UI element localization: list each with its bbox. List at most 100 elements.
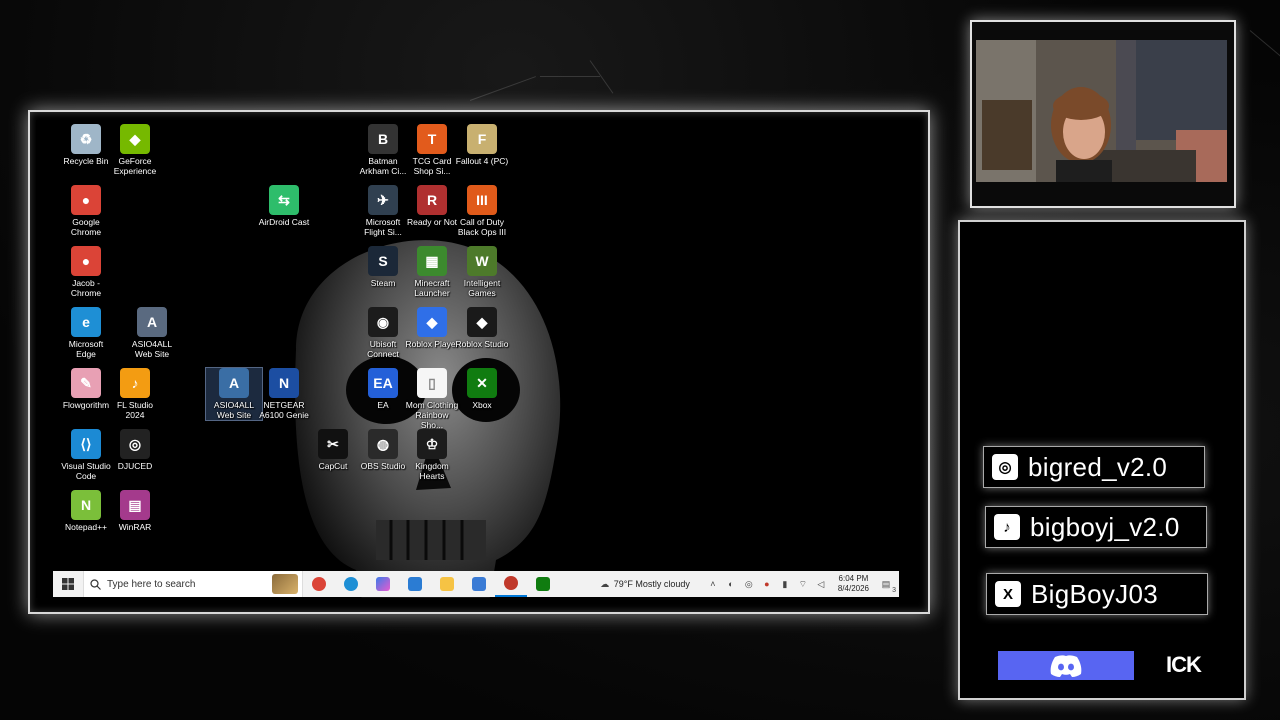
desktop-icon[interactable]: ⟨⟩ Visual Studio Code: [58, 429, 114, 481]
instagram-handle: ◎ bigred_v2.0: [983, 446, 1205, 488]
windows-icon: [62, 578, 74, 590]
desktop-icon-label: Roblox Player: [405, 339, 459, 349]
webcam-person-image: [976, 40, 1227, 182]
app-icon: ⇆: [269, 185, 299, 215]
discord-icon: [1050, 654, 1082, 677]
xbox-icon: [536, 577, 550, 591]
app-icon: ♪: [120, 368, 150, 398]
desktop-icon[interactable]: ▦ Minecraft Launcher: [404, 246, 460, 298]
tray-app-icon[interactable]: ◐: [724, 577, 738, 591]
desktop-icon[interactable]: ♔ Kingdom Hearts: [404, 429, 460, 481]
desktop-icon[interactable]: N Notepad++: [58, 490, 114, 532]
desktop-icon[interactable]: N NETGEAR A6100 Genie: [256, 368, 312, 420]
desktop-icon[interactable]: A ASIO4ALL Web Site: [205, 367, 263, 421]
search-placeholder: Type here to search: [107, 578, 196, 590]
app-icon: ◆: [467, 307, 497, 337]
mail-icon: [408, 577, 422, 591]
desktop-icon[interactable]: ◆ Roblox Studio: [454, 307, 510, 349]
obs-icon: [504, 576, 518, 590]
taskbar-mail[interactable]: [399, 571, 431, 597]
desktop-icon[interactable]: W Intelligent Games: [454, 246, 510, 298]
desktop-icon[interactable]: ◍ OBS Studio: [355, 429, 411, 471]
copilot-icon: [376, 577, 390, 591]
desktop-icon[interactable]: A ASIO4ALL Web Site: [124, 307, 180, 359]
app-icon: ●: [71, 246, 101, 276]
desktop-icon-label: GeForce Experience: [113, 156, 157, 176]
desktop-icon-label: Batman Arkham Ci...: [359, 156, 407, 176]
notifications-icon[interactable]: ▤ 3: [879, 577, 896, 595]
taskbar-obs[interactable]: [495, 571, 527, 597]
volume-icon[interactable]: ◁: [814, 577, 828, 591]
desktop-icon-label: Google Chrome: [70, 217, 102, 237]
microphone-icon[interactable]: ▮: [778, 577, 792, 591]
app-icon: T: [417, 124, 447, 154]
desktop-icon[interactable]: ◆ GeForce Experience: [107, 124, 163, 176]
app-icon: ♔: [417, 429, 447, 459]
taskbar-xbox[interactable]: [527, 571, 559, 597]
app-icon: N: [269, 368, 299, 398]
desktop-icon[interactable]: ♪ FL Studio 2024: [107, 368, 163, 420]
windows-taskbar: Type here to search ☁ 79°F Mostly cloudy…: [53, 571, 899, 597]
desktop-icon[interactable]: ▯ Mom Clothing Rainbow Sho...: [404, 368, 460, 430]
desktop-icon[interactable]: ◉ Ubisoft Connect: [355, 307, 411, 359]
desktop-icon[interactable]: EA EA: [355, 368, 411, 410]
record-icon[interactable]: ●: [760, 577, 774, 591]
desktop-icon[interactable]: ● Jacob - Chrome: [58, 246, 114, 298]
taskbar-copilot[interactable]: [367, 571, 399, 597]
app-icon: ▯: [417, 368, 447, 398]
desktop-icon-label: Visual Studio Code: [61, 461, 111, 481]
cloud-weather-icon[interactable]: ☁: [598, 577, 612, 591]
app-icon: ✕: [467, 368, 497, 398]
app-icon: ◆: [417, 307, 447, 337]
desktop-icon[interactable]: ✈ Microsoft Flight Si...: [355, 185, 411, 237]
desktop-icon[interactable]: ▤ WinRAR: [107, 490, 163, 532]
desktop-icon[interactable]: ◎ DJUCED: [107, 429, 163, 471]
desktop-icon-label: Jacob - Chrome: [70, 278, 102, 298]
desktop-icon[interactable]: T TCG Card Shop Si...: [404, 124, 460, 176]
desktop-icon-label: OBS Studio: [360, 461, 406, 471]
desktop-icon-label: Call of Duty Black Ops III: [457, 217, 507, 237]
desktop-icon[interactable]: ⇆ AirDroid Cast: [256, 185, 312, 227]
desktop-icon-label: Microsoft Flight Si...: [364, 217, 402, 237]
desktop-icon[interactable]: ● Google Chrome: [58, 185, 114, 237]
taskbar-edge[interactable]: [335, 571, 367, 597]
app-icon: F: [467, 124, 497, 154]
desktop-icon-label: ASIO4ALL Web Site: [131, 339, 173, 359]
desktop-icon[interactable]: ✕ Xbox: [454, 368, 510, 410]
taskbar-search-box[interactable]: Type here to search: [83, 571, 303, 597]
desktop-icon-label: Kingdom Hearts: [415, 461, 449, 481]
desktop-icon[interactable]: ✎ Flowgorithm: [58, 368, 114, 410]
tray-app-icon[interactable]: ◎: [742, 577, 756, 591]
desktop-icon-label: NETGEAR A6100 Genie: [259, 400, 309, 420]
desktop-icon[interactable]: ✂ CapCut: [305, 429, 361, 471]
app-icon: N: [71, 490, 101, 520]
tiktok-text: bigboyj_v2.0: [1030, 511, 1180, 542]
app-icon: e: [71, 307, 101, 337]
app-icon: ⟨⟩: [71, 429, 101, 459]
chevron-up-icon[interactable]: ˄: [706, 577, 720, 591]
taskbar-store[interactable]: [463, 571, 495, 597]
desktop-icon[interactable]: B Batman Arkham Ci...: [355, 124, 411, 176]
notification-count: 3: [892, 587, 896, 594]
clock[interactable]: 6:04 PM 8/4/2026: [838, 574, 869, 594]
app-icon: ◍: [368, 429, 398, 459]
taskbar-chrome[interactable]: [303, 571, 335, 597]
desktop-icon[interactable]: III Call of Duty Black Ops III: [454, 185, 510, 237]
app-icon: ◎: [120, 429, 150, 459]
desktop-icon[interactable]: ◆ Roblox Player: [404, 307, 460, 349]
desktop-icon[interactable]: S Steam: [355, 246, 411, 288]
desktop-icon[interactable]: ♻ Recycle Bin: [58, 124, 114, 166]
desktop-icon[interactable]: R Ready or Not: [404, 185, 460, 227]
taskbar-file-explorer[interactable]: [431, 571, 463, 597]
network-icon[interactable]: ⌔: [796, 577, 810, 591]
desktop-icon-label: Xbox: [472, 400, 492, 410]
app-icon: A: [137, 307, 167, 337]
app-icon: R: [417, 185, 447, 215]
windows-desktop: ♻ Recycle Bin ◆ GeForce Experience ● Google C…: [36, 120, 918, 598]
app-icon: ▤: [120, 490, 150, 520]
app-icon: B: [368, 124, 398, 154]
desktop-icon[interactable]: e Microsoft Edge: [58, 307, 114, 359]
start-button[interactable]: [53, 571, 83, 597]
weather-text[interactable]: 79°F Mostly cloudy: [614, 579, 690, 589]
desktop-icon[interactable]: F Fallout 4 (PC): [454, 124, 510, 166]
